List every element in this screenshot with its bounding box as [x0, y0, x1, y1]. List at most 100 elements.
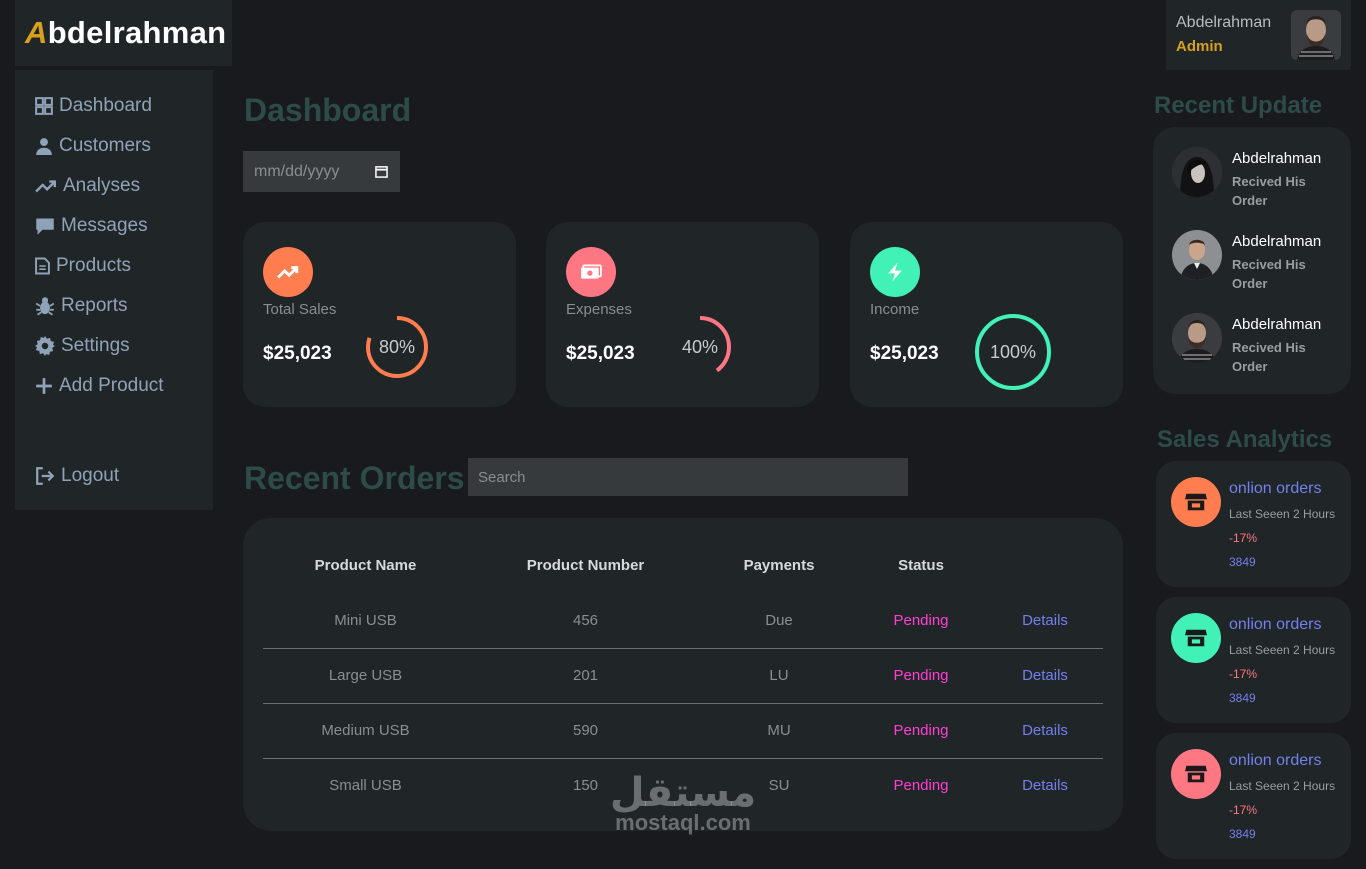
sidebar-item-label: Add Product: [59, 375, 164, 396]
analytics-seen: Last Seeen 2 Hours: [1229, 779, 1336, 793]
watermark-logo: مستقل mostaql.com: [598, 770, 768, 850]
bolt-icon: [888, 262, 902, 282]
header-payments: Payments: [743, 557, 815, 574]
logout-icon: [36, 467, 55, 485]
cell-payment: MU: [703, 702, 855, 758]
person-icon: [36, 138, 52, 155]
sales-analytics-title: Sales Analytics: [1157, 426, 1333, 453]
recent-update-title: Recent Update: [1154, 92, 1323, 119]
sidebar-item-dashboard[interactable]: Dashboard: [35, 95, 152, 117]
update-name: Abdelrahman: [1232, 316, 1322, 333]
list-item: Abdelrahman Recived His Order: [1172, 146, 1342, 216]
analytics-title: onlion orders: [1229, 616, 1322, 633]
search-input[interactable]: [468, 458, 908, 496]
message-icon: [36, 218, 54, 235]
date-input[interactable]: mm/dd/yyyy: [243, 151, 400, 192]
progress-ring: 100%: [974, 313, 1052, 391]
sidebar-item-add-product[interactable]: Add Product: [35, 375, 164, 397]
card-income: Income $25,023 100%: [850, 222, 1123, 407]
sidebar-item-messages[interactable]: Messages: [35, 215, 148, 237]
card-label: Income: [870, 301, 920, 318]
plus-icon: [36, 378, 52, 394]
sidebar-item-label: Dashboard: [59, 95, 152, 116]
update-name: Abdelrahman: [1232, 233, 1322, 250]
update-text: Recived His Order: [1232, 174, 1306, 208]
sidebar-item-analyses[interactable]: Analyses: [35, 175, 140, 197]
cell-payment: Due: [765, 611, 793, 629]
analytics-percent: -17%: [1229, 803, 1258, 817]
card-value: $25,023: [263, 343, 332, 364]
card-label: Expenses: [566, 301, 632, 318]
progress-percent: 40%: [681, 336, 719, 357]
details-link[interactable]: Details: [987, 757, 1103, 813]
progress-ring: 40%: [668, 315, 732, 379]
sidebar-item-products[interactable]: Products: [35, 255, 131, 277]
sidebar-item-label: Analyses: [63, 175, 141, 196]
table-row: Large USB 201 LU Pending Details: [263, 647, 1103, 703]
sidebar-item-settings[interactable]: Settings: [35, 335, 130, 357]
avatar[interactable]: [1291, 10, 1341, 60]
sidebar-item-reports[interactable]: Reports: [35, 295, 128, 317]
analytics-item[interactable]: onlion orders Last Seeen 2 Hours -17% 38…: [1156, 461, 1351, 587]
header-product-number: Product Number: [526, 557, 645, 574]
table-row: Mini USB 456 Due Pending Details: [263, 593, 1103, 648]
cell-product-name: Small USB: [263, 757, 468, 813]
profile-role: Admin: [1176, 38, 1223, 55]
avatar: [1172, 313, 1222, 363]
calendar-icon[interactable]: [375, 165, 388, 178]
details-link[interactable]: Details: [987, 593, 1103, 648]
update-name: Abdelrahman: [1232, 150, 1322, 167]
avatar: [1172, 147, 1222, 197]
brand-logo[interactable]: Abdelrahman: [25, 15, 226, 51]
analytics-seen: Last Seeen 2 Hours: [1229, 643, 1336, 657]
sidebar-item-label: Messages: [61, 215, 148, 236]
profile-box[interactable]: Abdelrahman Admin: [1166, 0, 1351, 70]
list-item: Abdelrahman Recived His Order: [1172, 229, 1342, 299]
sidebar-item-label: Products: [56, 255, 131, 276]
details-link[interactable]: Details: [987, 647, 1103, 703]
cell-product-name: Mini USB: [334, 611, 397, 629]
analytics-count: 3849: [1229, 827, 1256, 841]
date-placeholder: mm/dd/yyyy: [254, 162, 340, 180]
cell-product-number: 201: [468, 647, 703, 703]
card-icon-bg: [566, 247, 616, 297]
store-icon: [1185, 493, 1207, 511]
cell-status: Pending: [855, 757, 987, 813]
sidebar-item-customers[interactable]: Customers: [35, 135, 151, 157]
update-text: Recived His Order: [1232, 340, 1306, 374]
list-item: Abdelrahman Recived His Order: [1172, 312, 1342, 382]
sidebar: Dashboard Customers Analyses Messages Pr…: [15, 70, 213, 510]
analytics-icon-bg: [1171, 613, 1221, 663]
analytics-item[interactable]: onlion orders Last Seeen 2 Hours -17% 38…: [1156, 733, 1351, 859]
page-title: Dashboard: [244, 92, 412, 128]
document-icon: [35, 257, 50, 275]
recent-orders-title: Recent Orders: [244, 460, 465, 496]
analytics-icon-bg: [1171, 477, 1221, 527]
profile-name: Abdelrahman: [1176, 14, 1272, 31]
header-product-name: Product Name: [314, 557, 417, 574]
grid-icon: [35, 97, 53, 115]
sidebar-item-logout[interactable]: Logout: [35, 465, 119, 487]
gear-icon: [35, 336, 55, 356]
analytics-seen: Last Seeen 2 Hours: [1229, 507, 1336, 521]
analytics-item[interactable]: onlion orders Last Seeen 2 Hours -17% 38…: [1156, 597, 1351, 723]
card-label: Total Sales: [263, 301, 337, 318]
analytics-percent: -17%: [1229, 667, 1258, 681]
cell-product-name: Medium USB: [263, 702, 468, 758]
sidebar-item-label: Logout: [61, 465, 120, 486]
details-link[interactable]: Details: [987, 702, 1103, 758]
sidebar-item-label: Customers: [59, 135, 151, 156]
card-total-sales: Total Sales $25,023 80%: [243, 222, 516, 407]
card-value: $25,023: [870, 343, 939, 364]
avatar: [1172, 230, 1222, 280]
store-icon: [1185, 765, 1207, 783]
progress-percent: 80%: [378, 336, 416, 357]
progress-percent: 100%: [989, 341, 1037, 362]
cell-status: Pending: [855, 702, 987, 758]
cell-status: Pending: [893, 611, 949, 629]
recent-updates-card: Abdelrahman Recived His Order Abdelrahma…: [1153, 127, 1351, 394]
progress-ring: 80%: [365, 315, 429, 379]
cell-status: Pending: [855, 647, 987, 703]
cell-product-number: 456: [572, 611, 599, 629]
logo-box: Abdelrahman: [15, 0, 232, 66]
